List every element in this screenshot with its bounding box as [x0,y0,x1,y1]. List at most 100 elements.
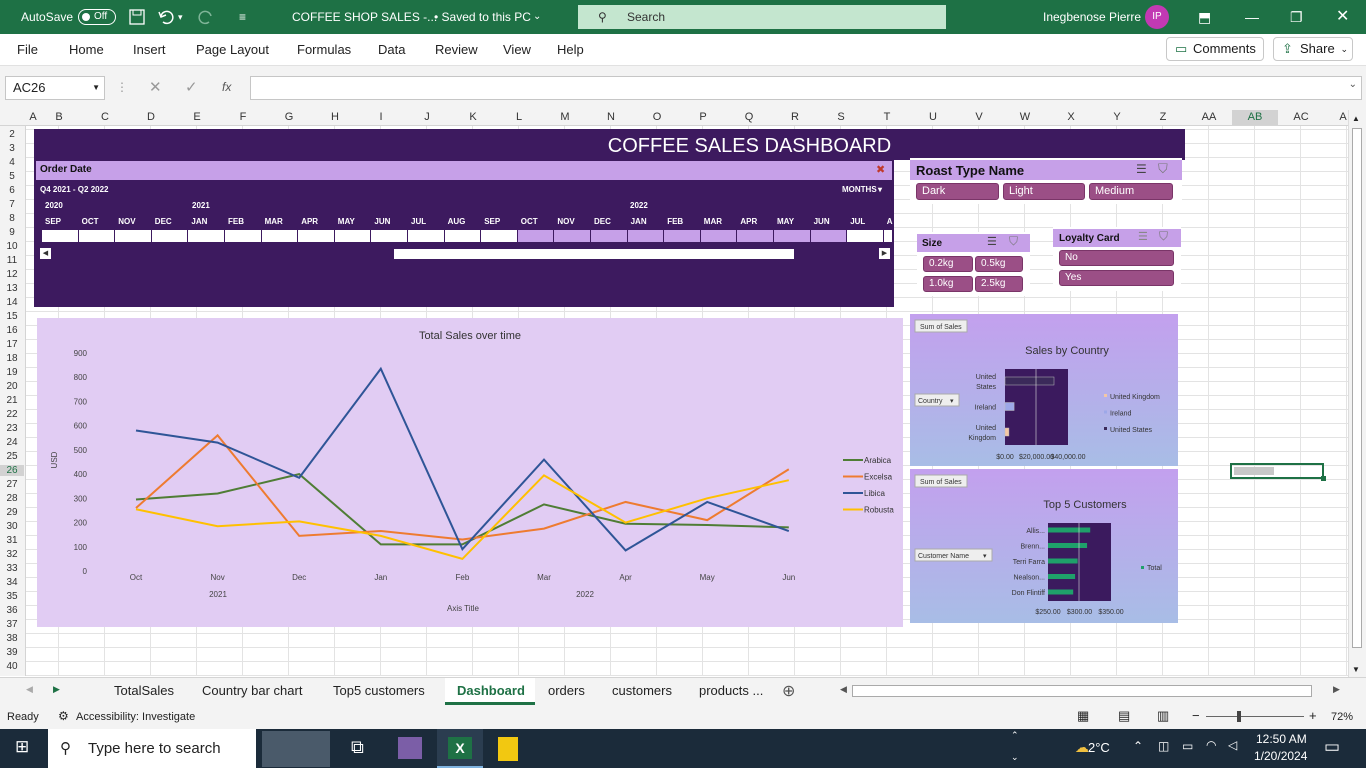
row-header[interactable]: 10 [0,241,24,252]
row-header[interactable]: 35 [0,591,24,602]
save-icon[interactable] [128,8,146,26]
column-header[interactable]: S [831,110,851,125]
row-header[interactable]: 37 [0,619,24,630]
accessibility-icon[interactable]: ⚙ [58,709,69,723]
taskbar-search[interactable]: ⚲ Type here to search [48,729,256,768]
column-header[interactable]: G [279,110,299,125]
column-header[interactable]: B [49,110,69,125]
column-header[interactable]: N [601,110,621,125]
column-header[interactable]: Z [1153,110,1173,125]
show-hidden-icons-icon[interactable]: ⌃ [1133,739,1143,753]
row-header[interactable]: 31 [0,535,24,546]
column-header[interactable]: V [969,110,989,125]
row-header[interactable]: 23 [0,423,24,434]
timeline-month-cell[interactable] [517,230,554,242]
restore-icon[interactable]: ❐ [1290,0,1303,34]
winrar-app-icon[interactable] [398,737,422,759]
volume-icon[interactable]: ◁ [1228,738,1237,752]
timeline-month-cell[interactable] [371,230,407,242]
row-header[interactable]: 22 [0,409,24,420]
timeline-month-cell[interactable] [408,230,444,242]
hscroll-left-icon[interactable]: ◀ [840,684,847,695]
search-box[interactable]: ⚲ Search [578,5,946,29]
timeline-month-cell[interactable] [847,230,883,242]
column-header[interactable]: R [785,110,805,125]
vertical-scroll-thumb[interactable] [1352,128,1362,648]
sheet-tab[interactable]: TotalSales [114,683,174,698]
ribbon-display-icon[interactable]: ⬒ [1198,0,1211,34]
row-header[interactable]: 11 [0,255,24,266]
clock-time[interactable]: 12:50 AM [1256,732,1307,746]
sheet-tab-dashboard[interactable]: Dashboard [457,683,525,698]
slicer-item-2-5kg[interactable]: 2.5kg [975,276,1023,292]
tab-review[interactable]: Review [435,42,478,57]
timeline-month-cell[interactable] [481,230,517,242]
column-header[interactable]: X [1061,110,1081,125]
row-header[interactable]: 29 [0,507,24,518]
timeline-month-cell[interactable] [115,230,151,242]
slicer-item-no[interactable]: No [1059,250,1174,266]
timeline-month-cell[interactable] [664,230,700,242]
task-view-icon[interactable]: ⧉ [351,737,364,758]
column-header[interactable]: P [693,110,713,125]
timeline-month-cell[interactable] [774,230,810,242]
timeline-month-cell[interactable] [151,230,188,242]
cancel-icon[interactable]: ✕ [149,78,162,96]
slicer-item-dark[interactable]: Dark [916,183,999,200]
temperature[interactable]: 2°C [1088,740,1110,755]
expand-formula-icon[interactable]: ⌄ [1349,79,1357,90]
row-header[interactable]: 20 [0,381,24,392]
slicer-item-yes[interactable]: Yes [1059,270,1174,286]
next-sheet-icon[interactable]: ▶ [53,684,60,695]
close-icon[interactable]: ✕ [1336,0,1349,34]
row-header[interactable]: 26 [0,465,24,476]
timeline-month-cell[interactable] [810,230,847,242]
scroll-right-icon[interactable]: ▶ [879,248,890,259]
column-header[interactable]: J [417,110,437,125]
timeline-month-cell[interactable] [298,230,334,242]
row-header[interactable]: 7 [0,199,24,210]
scroll-left-icon[interactable]: ◀ [40,248,51,259]
slicer-item-medium[interactable]: Medium [1089,183,1173,200]
slicer-item-1-0kg[interactable]: 1.0kg [923,276,973,292]
fill-handle[interactable] [1321,476,1326,481]
slicer-item-0-2kg[interactable]: 0.2kg [923,256,973,272]
row-header[interactable]: 36 [0,605,24,616]
redo-icon[interactable] [197,8,215,26]
vertical-scrollbar[interactable]: ▲ ▼ [1348,110,1366,677]
undo-dropdown-icon[interactable]: ▾ [178,0,183,34]
powerbi-app-icon[interactable] [498,737,518,761]
row-header[interactable]: 39 [0,647,24,658]
row-header[interactable]: 13 [0,283,24,294]
row-header[interactable]: 2 [0,129,24,140]
row-header[interactable]: 14 [0,297,24,308]
sheet-tab[interactable]: Country bar chart [202,683,302,698]
row-header[interactable]: 19 [0,367,24,378]
row-header[interactable]: 24 [0,437,24,448]
horizontal-scroll-thumb[interactable] [852,685,1312,697]
row-header[interactable]: 32 [0,549,24,560]
scroll-up-icon[interactable]: ⌃ [1011,730,1019,741]
zoom-in-icon[interactable]: + [1309,708,1317,723]
page-break-view-icon[interactable]: ▥ [1157,708,1169,724]
tab-help[interactable]: Help [557,42,584,57]
slicer-item-0-5kg[interactable]: 0.5kg [975,256,1023,272]
row-header[interactable]: 28 [0,493,24,504]
column-header[interactable]: F [233,110,253,125]
scroll-down-icon[interactable]: ⌄ [1011,752,1019,763]
autosave-toggle[interactable]: Off [78,9,116,25]
zoom-slider[interactable] [1206,716,1304,717]
name-box[interactable]: AC26 ▼ [5,76,105,100]
timeline-month-cell[interactable] [42,230,78,242]
column-header[interactable]: D [141,110,161,125]
zoom-level[interactable]: 72% [1331,711,1353,723]
column-header[interactable]: K [463,110,483,125]
column-header[interactable]: Q [739,110,759,125]
timeline-month-cell[interactable] [627,230,664,242]
timeline-month-cell[interactable] [444,230,481,242]
sheet-tab[interactable]: orders [548,683,585,698]
row-header[interactable]: 21 [0,395,24,406]
row-header[interactable]: 17 [0,339,24,350]
accessibility-status[interactable]: Accessibility: Investigate [76,711,195,723]
tab-file[interactable]: File [17,42,38,57]
